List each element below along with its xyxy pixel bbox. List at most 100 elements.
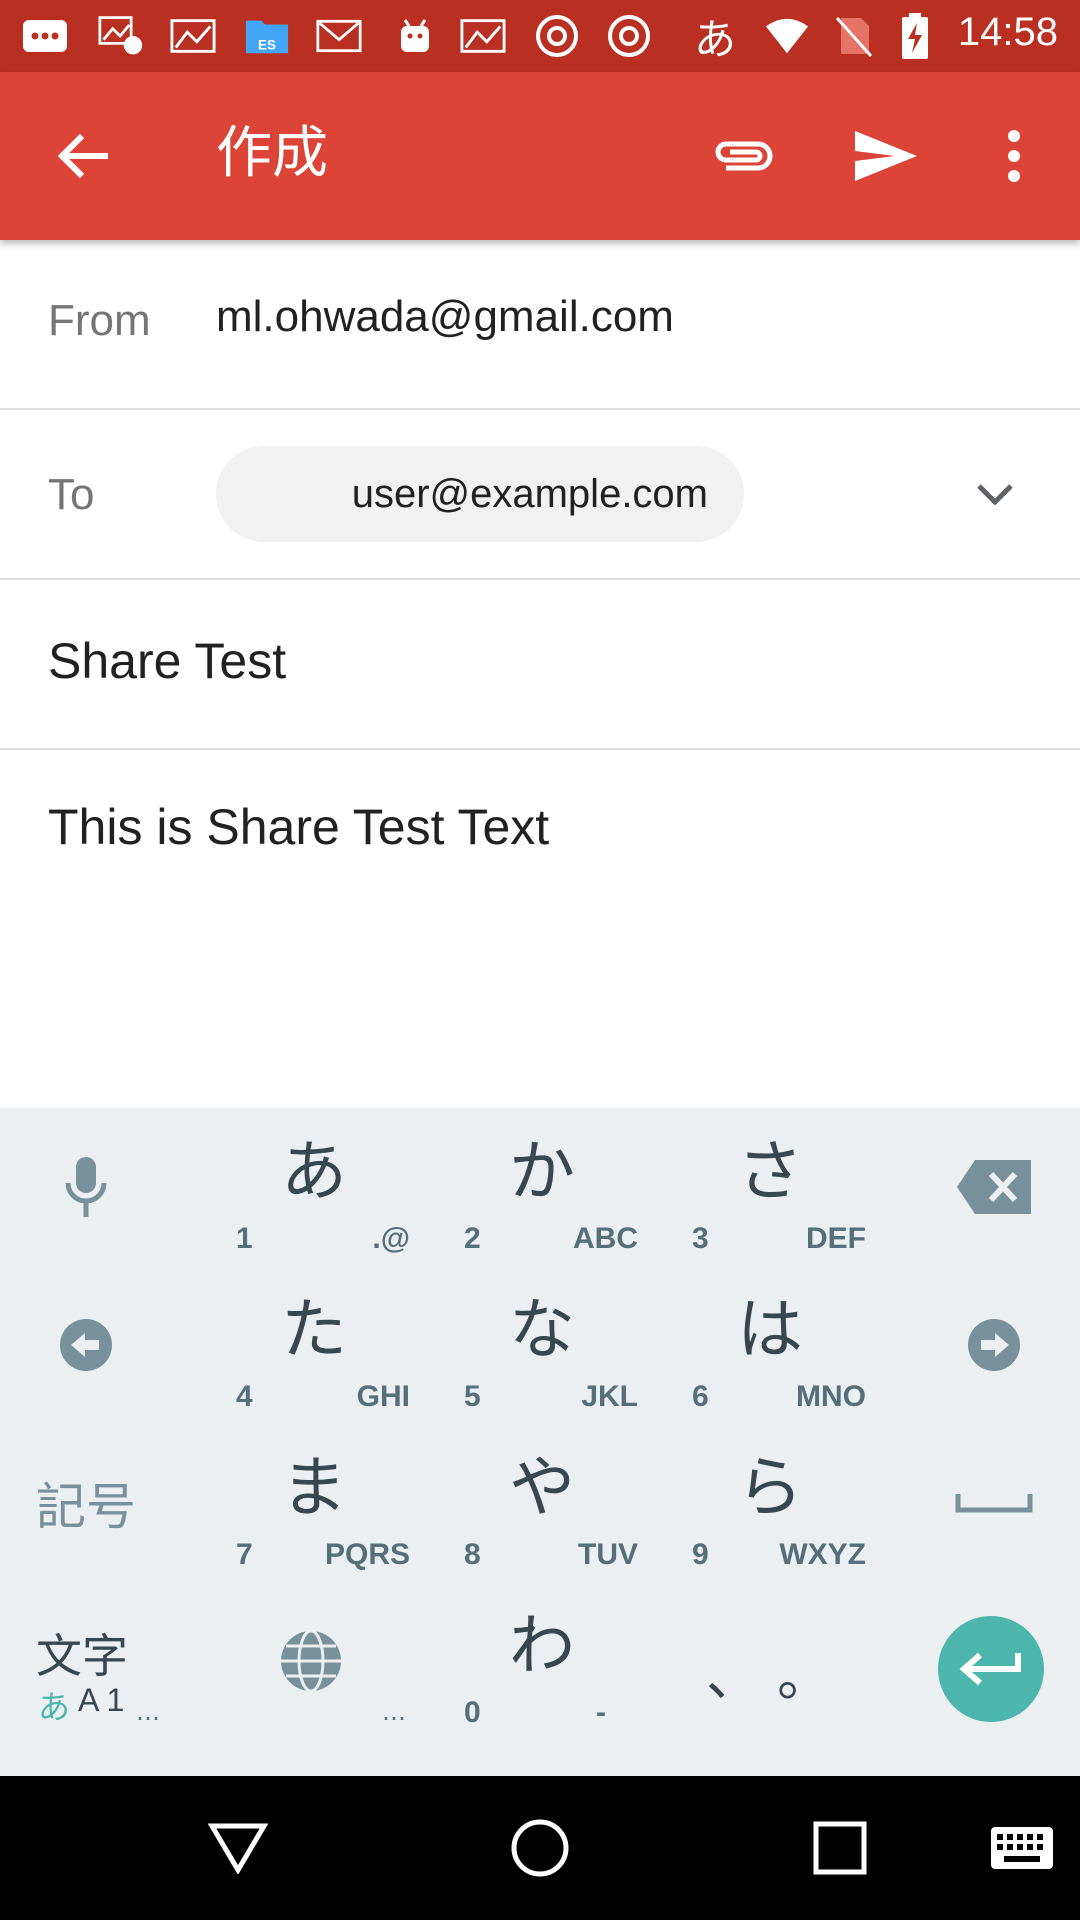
key-letters: DEF: [806, 1222, 866, 1255]
recipient-chip[interactable]: user@example.com: [216, 446, 744, 542]
back-button[interactable]: [40, 112, 128, 200]
kana-key-ma[interactable]: ま 7 PQRS: [200, 1424, 428, 1582]
key-number: 6: [692, 1380, 709, 1413]
key-number: 4: [236, 1380, 253, 1413]
language-key[interactable]: …: [200, 1582, 428, 1740]
gmail-notification-icon: [316, 14, 362, 58]
chrome-notification-icon: [534, 14, 580, 58]
key-kana: や: [509, 1449, 575, 1526]
input-mode-alpha: A 1: [78, 1682, 125, 1718]
punctuation-label: 、 。: [706, 1645, 832, 1708]
attach-button[interactable]: [700, 112, 788, 200]
backspace-icon: [957, 1160, 1031, 1214]
send-button[interactable]: [842, 112, 930, 200]
body-field[interactable]: This is Share Test Text: [48, 798, 549, 856]
key-kana: な: [509, 1291, 575, 1368]
space-key[interactable]: [924, 1424, 1064, 1582]
cursor-right-key[interactable]: [924, 1266, 1064, 1424]
input-mode-label: 文字: [36, 1629, 128, 1683]
expand-recipients-button[interactable]: [960, 466, 1030, 522]
key-number: 1: [236, 1222, 253, 1255]
kana-key-wa[interactable]: わ 0 -: [428, 1582, 656, 1740]
keyboard-switch-button[interactable]: [980, 1810, 1064, 1886]
more-options-button[interactable]: [984, 112, 1044, 200]
chevron-down-icon: [977, 484, 1013, 505]
kana-key-ka[interactable]: か 2 ABC: [428, 1108, 656, 1266]
page-title: 作成: [216, 121, 328, 186]
wifi-icon: [764, 14, 810, 58]
key-kana: は: [737, 1291, 803, 1368]
key-number: 0: [464, 1696, 481, 1729]
globe-icon: [281, 1629, 341, 1693]
from-account-field[interactable]: ml.ohwada@gmail.com: [216, 292, 674, 342]
triangle-back-icon: [208, 1823, 268, 1874]
kana-key-na[interactable]: な 5 JKL: [428, 1266, 656, 1424]
image-notification-icon: [98, 14, 144, 58]
subject-row: Share Test: [0, 580, 1080, 750]
key-number: 2: [464, 1222, 481, 1255]
nav-back-button[interactable]: [190, 1800, 286, 1896]
gallery-notification-icon-2: [460, 14, 506, 58]
kana-key-ha[interactable]: は 6 MNO: [656, 1266, 884, 1424]
enter-key[interactable]: [938, 1616, 1044, 1722]
key-kana: た: [281, 1291, 347, 1368]
key-number: 7: [236, 1538, 253, 1571]
nav-recents-button[interactable]: [792, 1800, 888, 1896]
chat-notification-icon: [22, 14, 68, 58]
key-number: 9: [692, 1538, 709, 1571]
to-label: To: [48, 470, 95, 519]
voice-input-key[interactable]: [20, 1108, 152, 1266]
recipient-chip-label: user@example.com: [351, 471, 708, 516]
key-letters: PQRS: [324, 1538, 410, 1571]
key-kana: か: [509, 1133, 575, 1210]
subject-field[interactable]: Share Test: [48, 632, 286, 690]
kana-key-ta[interactable]: た 4 GHI: [200, 1266, 428, 1424]
input-mode-more: …: [136, 1698, 160, 1726]
send-icon: [855, 131, 917, 181]
microphone-icon: [65, 1157, 107, 1217]
file-manager-notification-icon: ES: [244, 14, 290, 58]
language-key-more: …: [382, 1698, 406, 1726]
key-kana: ら: [737, 1449, 803, 1526]
kana-key-sa[interactable]: さ 3 DEF: [656, 1108, 884, 1266]
key-letters: TUV: [578, 1538, 638, 1571]
key-letters: JKL: [581, 1380, 638, 1413]
from-label: From: [48, 296, 151, 345]
key-number: 5: [464, 1380, 481, 1413]
chrome-notification-icon-2: [606, 14, 652, 58]
key-kana: わ: [509, 1607, 575, 1684]
status-bar: ES あ 14:58: [0, 0, 1080, 72]
symbols-key[interactable]: 記号: [20, 1424, 152, 1582]
arrow-right-circle-icon: [968, 1319, 1020, 1371]
key-number: 3: [692, 1222, 709, 1255]
enter-icon: [959, 1652, 1021, 1686]
key-letters: -: [596, 1696, 606, 1729]
navigation-bar: [0, 1776, 1080, 1920]
key-letters: WXYZ: [779, 1538, 866, 1571]
arrow-back-icon: [58, 133, 108, 179]
status-clock: 14:58: [957, 10, 1058, 54]
key-letters: MNO: [796, 1380, 866, 1413]
to-row: To user@example.com: [0, 410, 1080, 580]
android-notification-icon: [392, 14, 438, 58]
punctuation-key[interactable]: 、 。: [656, 1582, 884, 1740]
nav-home-button[interactable]: [492, 1800, 588, 1896]
key-number: 8: [464, 1538, 481, 1571]
kana-key-ya[interactable]: や 8 TUV: [428, 1424, 656, 1582]
key-letters: GHI: [356, 1380, 410, 1413]
no-sim-icon: [830, 14, 876, 58]
square-recents-icon: [813, 1821, 867, 1875]
key-kana: あ: [281, 1133, 347, 1210]
space-bar-icon: [955, 1494, 1033, 1513]
input-mode-key[interactable]: 文字 あ A 1 …: [20, 1582, 190, 1776]
cursor-left-key[interactable]: [20, 1266, 152, 1424]
kana-key-a[interactable]: あ 1 .@: [200, 1108, 428, 1266]
battery-charging-icon: [892, 13, 938, 59]
kana-key-ra[interactable]: ら 9 WXYZ: [656, 1424, 884, 1582]
from-row: From ml.ohwada@gmail.com: [0, 240, 1080, 410]
backspace-key[interactable]: [924, 1108, 1064, 1266]
key-letters: .@: [372, 1222, 410, 1255]
app-bar: 作成: [0, 72, 1080, 240]
svg-text:ES: ES: [258, 37, 276, 52]
attach-icon: [715, 141, 773, 171]
